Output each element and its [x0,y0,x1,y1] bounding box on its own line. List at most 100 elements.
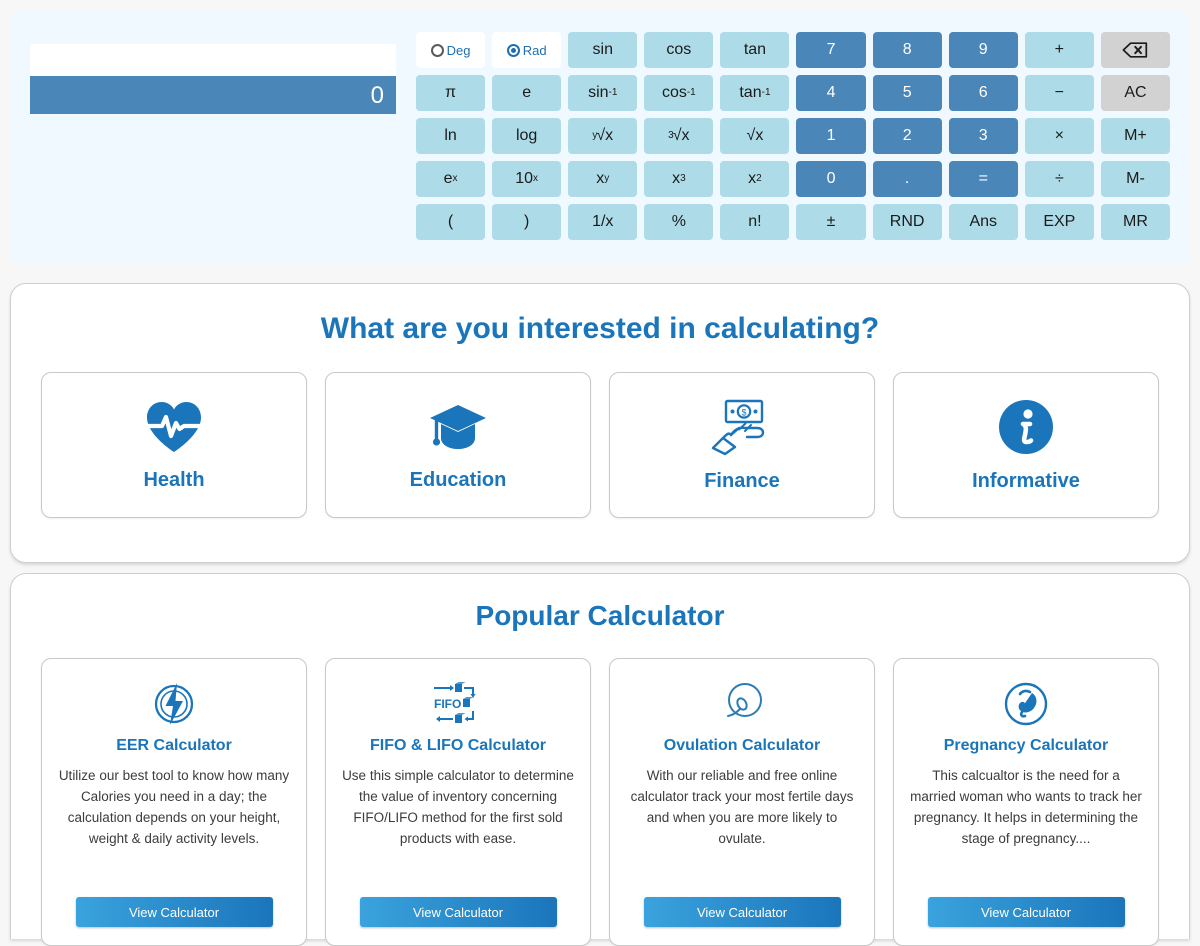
key-e[interactable]: e [492,75,562,111]
popular-icon-wrap-eer [150,677,198,731]
category-label-informative: Informative [972,469,1080,492]
categories-card-row: Health Education $ Finance Informative [11,372,1189,518]
key-ans[interactable]: Ans [948,204,1018,240]
key-atan[interactable]: tan -1 [720,75,790,111]
key-nth-root[interactable]: y √x [568,118,638,154]
key-power[interactable]: xy [568,161,638,197]
lightning-bolt-circle-icon [154,683,194,725]
popular-desc-pregnancy: This calcualtor is the need for a marrie… [910,768,1142,846]
key-sin[interactable]: sin [568,32,638,68]
popular-icon-wrap-ovulation [717,677,767,731]
popular-card-pregnancy[interactable]: Pregnancy Calculator This calcualtor is … [893,658,1159,946]
calculator-expression-field[interactable] [30,44,396,76]
svg-text:FIFO: FIFO [434,697,461,711]
key-paren-close[interactable]: ) [492,204,562,240]
key-memory-add[interactable]: M+ [1100,118,1170,154]
popular-icon-wrap-fifo: FIFO [431,677,485,731]
hand-money-icon: $ [711,399,765,455]
heart-pulse-icon [144,401,204,452]
key-reciprocal[interactable]: 1/x [568,204,638,240]
key-square-root[interactable]: √x [720,118,790,154]
key-ln[interactable]: ln [416,118,486,154]
view-calculator-button-fifo-lifo[interactable]: View Calculator [359,897,557,927]
popular-title-pregnancy: Pregnancy Calculator [943,737,1109,754]
key-rnd[interactable]: RND [872,204,942,240]
key-multiply[interactable]: × [1024,118,1094,154]
key-percent[interactable]: % [644,204,714,240]
key-2[interactable]: 2 [872,118,942,154]
popular-desc-fifo-lifo: Use this simple calculator to determine … [342,768,574,846]
key-5[interactable]: 5 [872,75,942,111]
radio-rad-icon [506,43,520,57]
calculator-display: 0 [30,32,396,241]
key-square[interactable]: x2 [720,161,790,197]
key-tan[interactable]: tan [720,32,790,68]
category-card-finance[interactable]: $ Finance [609,372,875,518]
fifo-boxes-icon: FIFO [434,682,476,723]
key-paren-open[interactable]: ( [416,204,486,240]
key-asin[interactable]: sin -1 [568,75,638,111]
key-cos[interactable]: cos [644,32,714,68]
angle-mode-rad[interactable]: Rad [492,32,562,68]
key-plus-minus[interactable]: ± [796,204,866,240]
backspace-icon [1122,42,1148,58]
category-card-health[interactable]: Health [41,372,307,518]
key-7[interactable]: 7 [796,32,866,68]
popular-calculators-panel: Popular Calculator EER Calculator Utiliz… [10,573,1190,946]
key-cube-root[interactable]: 3 √x [644,118,714,154]
key-pi[interactable]: π [416,75,486,111]
key-minus[interactable]: − [1024,75,1094,111]
key-exp[interactable]: EXP [1024,204,1094,240]
graduation-cap-icon [430,404,486,449]
key-9[interactable]: 9 [948,32,1018,68]
key-backspace[interactable] [1100,32,1170,68]
popular-card-ovulation[interactable]: Ovulation Calculator With our reliable a… [609,658,875,946]
key-0[interactable]: 0 [796,161,866,197]
key-8[interactable]: 8 [872,32,942,68]
key-equals[interactable]: = [948,161,1018,197]
key-plus[interactable]: + [1024,32,1094,68]
categories-panel: What are you interested in calculating? … [10,283,1190,563]
svg-text:$: $ [741,407,746,417]
popular-title-fifo-lifo: FIFO & LIFO Calculator [369,737,546,754]
popular-desc-ovulation: With our reliable and free online calcul… [630,768,854,846]
angle-mode-deg[interactable]: Deg [416,32,486,68]
key-ac[interactable]: AC [1100,75,1170,111]
popular-icon-wrap-pregnancy [1002,677,1050,731]
category-card-informative[interactable]: Informative [893,372,1159,518]
key-exp-e[interactable]: ex [416,161,486,197]
key-3[interactable]: 3 [948,118,1018,154]
fetus-circle-icon [1004,682,1048,726]
key-divide[interactable]: ÷ [1024,161,1094,197]
key-4[interactable]: 4 [796,75,866,111]
category-card-education[interactable]: Education [325,372,591,518]
popular-card-eer[interactable]: EER Calculator Utilize our best tool to … [41,658,307,946]
key-memory-recall[interactable]: MR [1100,204,1170,240]
category-label-education: Education [409,468,507,491]
angle-mode-deg-label: Deg [446,42,471,58]
key-acos[interactable]: cos -1 [644,75,714,111]
calculator-result-field: 0 [30,76,396,114]
view-calculator-button-ovulation[interactable]: View Calculator [643,897,841,927]
key-6[interactable]: 6 [948,75,1018,111]
categories-title: What are you interested in calculating? [320,312,880,345]
popular-desc-eer: Utilize our best tool to know how many C… [58,768,290,846]
key-factorial[interactable]: n! [720,204,790,240]
key-exp-ten[interactable]: 10 x [492,161,562,197]
key-memory-subtract[interactable]: M- [1100,161,1170,197]
category-label-health: Health [143,468,205,491]
popular-title: Popular Calculator [475,600,725,631]
info-circle-icon [999,399,1053,454]
popular-card-row: EER Calculator Utilize our best tool to … [11,658,1189,946]
angle-mode-rad-label: Rad [522,42,547,58]
popular-card-fifo-lifo[interactable]: FIFO FIFO & LIFO Calculator Use this sim… [325,658,591,946]
view-calculator-button-pregnancy[interactable]: View Calculator [927,897,1125,927]
ovum-icon [727,683,762,717]
key-cube[interactable]: x3 [644,161,714,197]
key-1[interactable]: 1 [796,118,866,154]
key-decimal[interactable]: . [872,161,942,197]
popular-title-ovulation: Ovulation Calculator [663,737,821,754]
view-calculator-button-eer[interactable]: View Calculator [75,897,273,927]
calculator-keypad: Deg Rad sin cos tan 7 8 9 + π e sin -1 co… [416,32,1170,241]
key-log[interactable]: log [492,118,562,154]
